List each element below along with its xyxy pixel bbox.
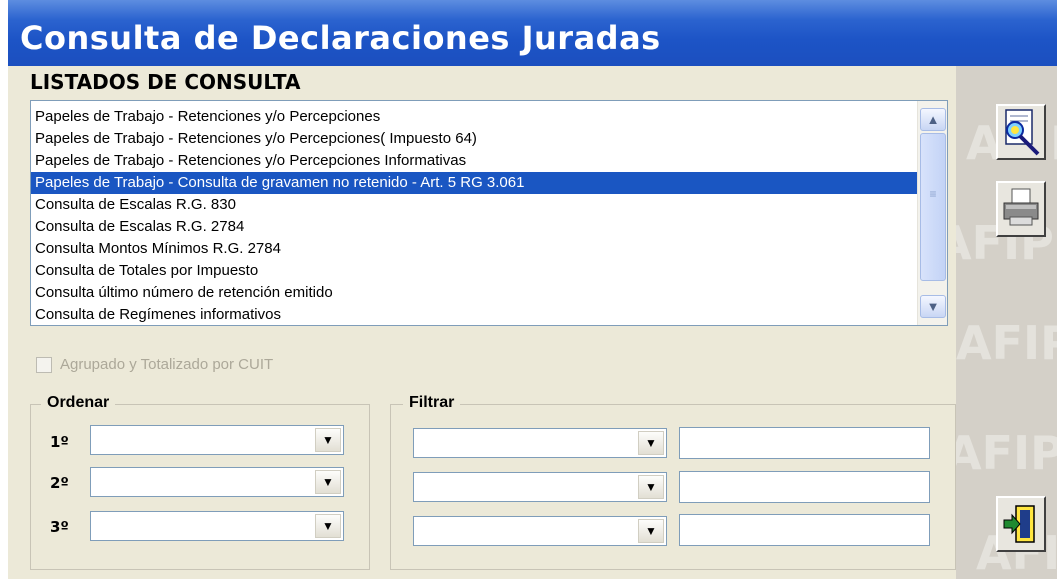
consulta-listbox[interactable]: Papeles de Trabajo - Retenciones y/o Per… [30,100,948,326]
filtrar-field-select-1[interactable]: ▼ [413,428,667,458]
list-item[interactable]: Papeles de Trabajo - Retenciones y/o Per… [31,106,917,128]
ordenar-row-label-3: 3º [50,518,69,536]
ordenar-row-label-2: 2º [50,474,69,492]
ordenar-select-3[interactable]: ▼ [90,511,344,541]
list-item[interactable]: Consulta de Totales por Impuesto [31,260,917,282]
vertical-scrollbar[interactable]: ▲ ≡ ▼ [917,101,947,325]
window-title: Consulta de Declaraciones Juradas [20,19,661,57]
ordenar-select-2[interactable]: ▼ [90,467,344,497]
print-button[interactable] [996,181,1046,237]
exit-button[interactable] [996,496,1046,552]
list-item[interactable]: Consulta de Escalas R.G. 2784 [31,216,917,238]
filtrar-value-input-2[interactable] [679,471,930,503]
list-item[interactable]: Papeles de Trabajo - Retenciones y/o Per… [31,150,917,172]
scroll-down-button[interactable]: ▼ [920,295,946,318]
dropdown-arrow-icon[interactable]: ▼ [638,519,664,543]
filtrar-legend: Filtrar [403,394,461,412]
dropdown-arrow-icon[interactable]: ▼ [315,470,341,494]
agrupado-checkbox[interactable] [36,357,52,373]
filtrar-field-select-2[interactable]: ▼ [413,472,667,502]
watermark: AFIP [956,426,1057,480]
list-item[interactable]: Consulta de Regímenes informativos [31,304,917,326]
filtrar-value-input-3[interactable] [679,514,930,546]
list-item-selected[interactable]: Papeles de Trabajo - Consulta de gravame… [31,172,917,194]
application-window: Consulta de Declaraciones Juradas AFIP A… [8,0,1057,579]
watermark: AFIP [956,316,1057,370]
scroll-up-button[interactable]: ▲ [920,108,946,131]
list-item[interactable]: Papeles de Trabajo - Retenciones y/o Per… [31,128,917,150]
exit-door-icon [1003,505,1035,543]
dropdown-arrow-icon[interactable]: ▼ [315,428,341,452]
list-heading: LISTADOS DE CONSULTA [30,70,301,94]
ordenar-legend: Ordenar [41,394,116,412]
list-item[interactable]: Consulta último número de retención emit… [31,282,917,304]
list-item[interactable]: Consulta Montos Mínimos R.G. 2784 [31,238,917,260]
agrupado-checkbox-label: Agrupado y Totalizado por CUIT [60,356,274,373]
printer-icon [1003,188,1039,226]
dropdown-arrow-icon[interactable]: ▼ [638,475,664,499]
preview-icon [1005,109,1040,156]
ordenar-select-1[interactable]: ▼ [90,425,344,455]
scroll-thumb[interactable]: ≡ [920,133,946,281]
preview-button[interactable] [996,104,1046,160]
list-item[interactable]: Consulta de Escalas R.G. 830 [31,194,917,216]
filtrar-field-select-3[interactable]: ▼ [413,516,667,546]
ordenar-row-label-1: 1º [50,433,69,451]
title-bar: Consulta de Declaraciones Juradas [8,0,1057,66]
dropdown-arrow-icon[interactable]: ▼ [638,431,664,455]
filtrar-value-input-1[interactable] [679,427,930,459]
dropdown-arrow-icon[interactable]: ▼ [315,514,341,538]
